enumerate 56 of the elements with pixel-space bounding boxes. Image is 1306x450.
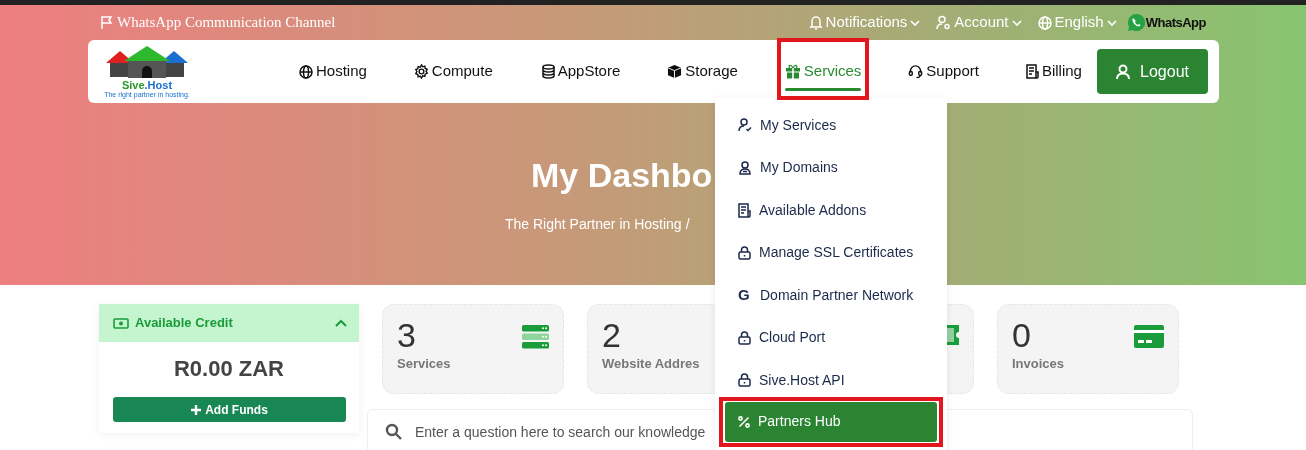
- stat-value: 2: [602, 317, 621, 355]
- database-icon: [541, 64, 555, 79]
- plus-icon: [191, 404, 202, 415]
- google-icon: G: [738, 284, 752, 307]
- nav-tab[interactable]: AppStore: [541, 40, 621, 103]
- credit-amount: R0.00 ZAR: [172, 355, 285, 383]
- nav-tab[interactable]: Services: [784, 40, 862, 103]
- menu-item[interactable]: Cloud Port: [715, 316, 947, 359]
- menu-item[interactable]: G Domain Partner Network: [715, 274, 947, 317]
- document-icon: [738, 202, 751, 218]
- cash-icon: [113, 317, 129, 329]
- stat-label: Invoices: [1012, 355, 1065, 374]
- menu-item[interactable]: Available Addons: [715, 189, 947, 232]
- user-icon: [1116, 63, 1131, 80]
- logout-button[interactable]: Logout: [1097, 49, 1208, 94]
- user-icon: [738, 160, 752, 175]
- lock-icon: [738, 330, 751, 345]
- nav-tab[interactable]: Compute: [413, 40, 493, 103]
- nav-tab[interactable]: Hosting: [299, 40, 367, 103]
- chevron-down-icon: [1011, 18, 1022, 27]
- flag-icon: [100, 15, 114, 30]
- page-title: My Dashbo: [531, 156, 713, 194]
- gift-icon: [784, 64, 801, 79]
- search-icon: [385, 423, 402, 440]
- menu-item[interactable]: My Services: [715, 104, 947, 147]
- chevron-down-icon: [1106, 18, 1117, 27]
- logo-text: Sive.Host: [121, 80, 173, 91]
- globe-icon: [1037, 15, 1052, 30]
- whatsapp-icon: [1126, 13, 1146, 32]
- gear-icon: [413, 64, 429, 79]
- user-icon: [738, 118, 752, 133]
- globe-icon: [299, 64, 313, 79]
- stat-label: Website Addres: [602, 355, 700, 374]
- user-icon: [936, 15, 952, 30]
- chevron-down-icon: [910, 18, 921, 27]
- menu-item[interactable]: Manage SSL Certificates: [715, 231, 947, 274]
- menu-item[interactable]: Sive.Host API: [715, 359, 947, 402]
- percent-icon: [738, 415, 750, 428]
- lock-icon: [738, 245, 751, 260]
- credit-card-icon: [1134, 325, 1164, 348]
- chevron-up-icon: [335, 319, 347, 327]
- menu-item[interactable]: Partners Hub: [725, 401, 937, 442]
- stat-label: Services: [397, 355, 451, 374]
- stat-value: 3: [397, 317, 416, 355]
- cube-icon: [667, 64, 683, 79]
- bell-icon: [808, 15, 823, 30]
- server-icon: [522, 325, 549, 349]
- whatsapp-link[interactable]: WhatsApp: [1145, 12, 1206, 33]
- lock-icon: [738, 373, 751, 388]
- menu-item[interactable]: My Domains: [715, 146, 947, 189]
- headset-icon: [908, 64, 924, 79]
- document-icon: [1025, 64, 1039, 79]
- stat-value: 0: [1012, 317, 1031, 355]
- breadcrumb-separator: /: [685, 215, 690, 234]
- add-funds-button[interactable]: Add Funds: [113, 397, 346, 422]
- nav-tab[interactable]: Billing: [1025, 40, 1082, 103]
